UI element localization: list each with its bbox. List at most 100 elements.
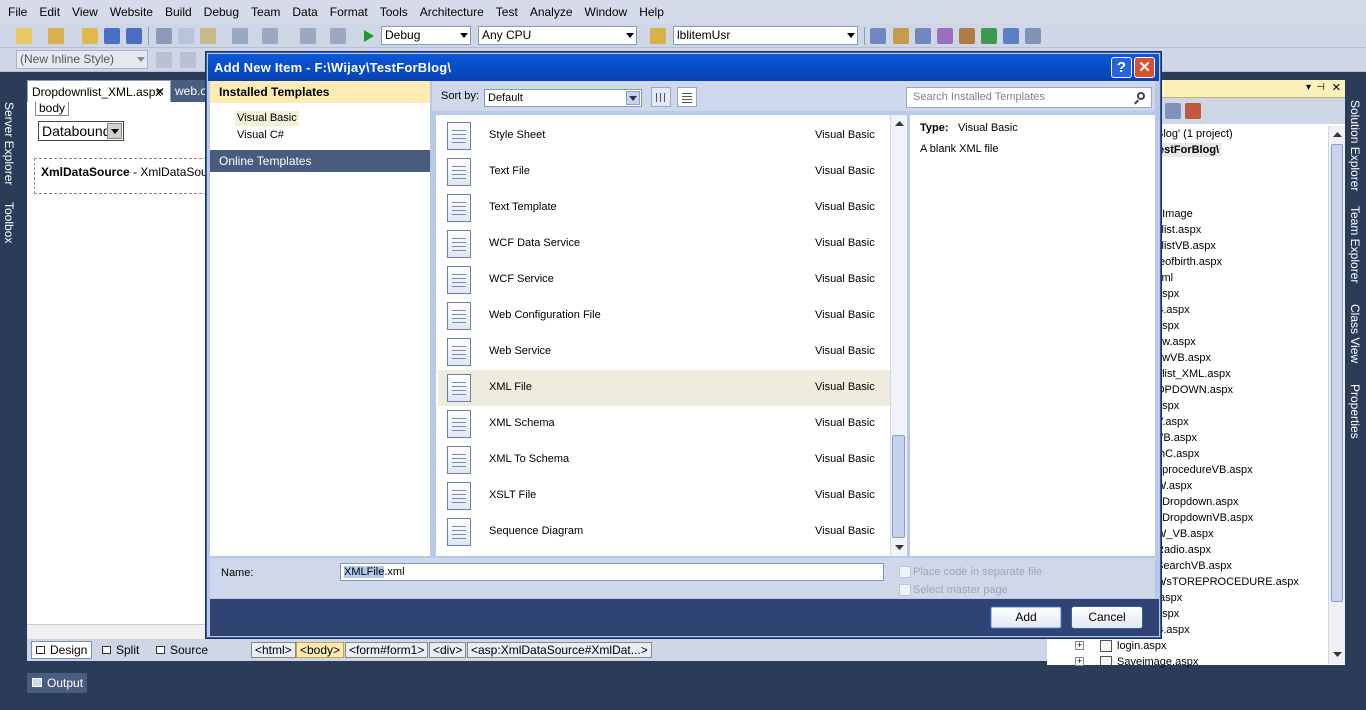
solution-item[interactable]: W_VB.aspx bbox=[1156, 527, 1213, 541]
close-dialog-button[interactable]: ✕ bbox=[1134, 57, 1155, 78]
refresh-icon[interactable] bbox=[1165, 103, 1181, 119]
menu-format[interactable]: Format bbox=[324, 0, 374, 24]
crumb-body[interactable]: <body> bbox=[296, 642, 345, 658]
team-explorer-tab[interactable]: Team Explorer bbox=[1348, 206, 1362, 283]
expand-icon[interactable]: + bbox=[1075, 641, 1084, 650]
solution-item[interactable]: OPDOWN.aspx bbox=[1156, 383, 1233, 397]
crumb-div[interactable]: <div> bbox=[429, 642, 467, 658]
search-icon[interactable] bbox=[1137, 92, 1145, 100]
scroll-thumb[interactable] bbox=[1331, 144, 1343, 602]
dropdown-icon[interactable]: ▾ bbox=[1306, 82, 1311, 93]
command-window-icon[interactable] bbox=[1025, 28, 1041, 44]
toolbox-tab[interactable]: Toolbox bbox=[2, 202, 16, 243]
save-all-icon[interactable] bbox=[126, 28, 142, 44]
sort-by-combo[interactable]: Default bbox=[484, 89, 642, 107]
online-templates-item[interactable]: Online Templates bbox=[210, 150, 430, 172]
template-row[interactable]: XML Schema Visual Basic bbox=[438, 406, 890, 442]
add-item-icon[interactable] bbox=[48, 28, 64, 44]
open-file-icon[interactable] bbox=[82, 28, 98, 44]
solution-item[interactable]: VB.aspx bbox=[1156, 431, 1197, 445]
crumb-xmldatasource[interactable]: <asp:XmlDataSource#XmlDat...> bbox=[467, 642, 652, 658]
copy-icon[interactable] bbox=[178, 28, 194, 44]
pin-icon[interactable]: ⊣ bbox=[1316, 82, 1325, 93]
expand-icon[interactable]: + bbox=[1075, 657, 1084, 666]
name-input[interactable]: XMLFile.xml bbox=[340, 563, 884, 581]
design-view-button[interactable]: Design bbox=[31, 641, 93, 659]
menu-tools[interactable]: Tools bbox=[374, 0, 414, 24]
xml-data-source-control[interactable]: XmlDataSource - XmlDataSource1 bbox=[34, 158, 212, 194]
menu-team[interactable]: Team bbox=[245, 0, 286, 24]
scroll-up-icon[interactable] bbox=[893, 117, 906, 130]
solution-item[interactable]: SearchVB.aspx bbox=[1156, 559, 1232, 573]
solution-item[interactable]: WsTOREPROCEDURE.aspx bbox=[1156, 575, 1299, 589]
style-combo[interactable]: (New Inline Style) bbox=[16, 50, 148, 69]
platform-combo[interactable]: Any CPU bbox=[478, 26, 637, 45]
menu-data[interactable]: Data bbox=[286, 0, 323, 24]
list-view-button[interactable] bbox=[677, 87, 697, 107]
object-browser-icon[interactable] bbox=[915, 28, 931, 44]
start-page-icon[interactable] bbox=[981, 28, 997, 44]
tab-dropdownlist-xml[interactable]: Dropdownlist_XML.aspx ✕ bbox=[27, 80, 171, 102]
find-combo[interactable]: lblitemUsr bbox=[673, 26, 858, 45]
cancel-button[interactable]: Cancel bbox=[1071, 606, 1143, 629]
master-page-checkbox[interactable] bbox=[899, 584, 911, 596]
template-row[interactable]: Sequence Diagram Visual Basic bbox=[438, 514, 890, 550]
databound-dropdown[interactable]: Databound bbox=[38, 121, 124, 141]
help-button[interactable]: ? bbox=[1111, 57, 1132, 78]
new-style-icon[interactable] bbox=[180, 52, 196, 68]
solution-vertical-scrollbar[interactable] bbox=[1328, 126, 1345, 664]
navigate-back-icon[interactable] bbox=[300, 28, 316, 44]
paste-icon[interactable] bbox=[200, 28, 216, 44]
installed-templates-header[interactable]: Installed Templates bbox=[210, 81, 430, 103]
template-row[interactable]: XSLT File Visual Basic bbox=[438, 478, 890, 514]
solution-item[interactable]: B.aspx bbox=[1156, 623, 1190, 637]
template-row[interactable]: Web Configuration File Visual Basic bbox=[438, 298, 890, 334]
template-row[interactable]: Style Sheet Visual Basic bbox=[438, 118, 890, 154]
menu-debug[interactable]: Debug bbox=[198, 0, 245, 24]
template-row[interactable]: XML To Schema Visual Basic bbox=[438, 442, 890, 478]
add-button[interactable]: Add bbox=[990, 606, 1062, 629]
navigate-forward-icon[interactable] bbox=[330, 28, 346, 44]
template-row[interactable]: Text File Visual Basic bbox=[438, 154, 890, 190]
tab-web-config[interactable]: web.co bbox=[171, 80, 211, 102]
toolbox-icon[interactable] bbox=[937, 28, 953, 44]
style-application-icon[interactable] bbox=[156, 52, 172, 68]
solution-item[interactable]: _Image bbox=[1156, 207, 1193, 221]
template-row[interactable]: WCF Service Visual Basic bbox=[438, 262, 890, 298]
server-explorer-tab[interactable]: Server Explorer bbox=[2, 102, 16, 185]
category-visual-basic[interactable]: Visual Basic bbox=[235, 111, 299, 126]
menu-architecture[interactable]: Architecture bbox=[414, 0, 490, 24]
menu-window[interactable]: Window bbox=[579, 0, 634, 24]
solution-item[interactable]: Radio.aspx bbox=[1156, 543, 1211, 557]
class-view-tab[interactable]: Class View bbox=[1348, 304, 1362, 363]
solution-item[interactable]: nlist_XML.aspx bbox=[1156, 367, 1231, 381]
cut-icon[interactable] bbox=[156, 28, 172, 44]
properties-tab[interactable]: Properties bbox=[1348, 384, 1362, 439]
find-in-files-icon[interactable] bbox=[650, 28, 666, 44]
template-row[interactable]: WCF Data Service Visual Basic bbox=[438, 226, 890, 262]
solution-explorer-tab[interactable]: Solution Explorer bbox=[1348, 100, 1362, 191]
close-tab-icon[interactable]: ✕ bbox=[155, 81, 165, 103]
solution-item[interactable]: login.aspx bbox=[1117, 639, 1167, 653]
scroll-up-icon[interactable] bbox=[1331, 128, 1344, 141]
save-icon[interactable] bbox=[104, 28, 120, 44]
close-icon[interactable]: ✕ bbox=[1332, 81, 1341, 94]
start-debugging-icon[interactable] bbox=[360, 28, 376, 44]
solution-item[interactable]: ew.aspx bbox=[1156, 335, 1196, 349]
search-templates-input[interactable]: Search Installed Templates bbox=[906, 87, 1152, 108]
menu-website[interactable]: Website bbox=[104, 0, 159, 24]
tools-icon[interactable] bbox=[959, 28, 975, 44]
solution-item[interactable]: klistVB.aspx bbox=[1156, 239, 1216, 253]
place-code-checkbox[interactable] bbox=[899, 566, 911, 578]
solution-item[interactable]: estForBlog\ bbox=[1156, 143, 1222, 157]
redo-icon[interactable] bbox=[262, 28, 278, 44]
solution-item[interactable]: W.aspx bbox=[1156, 479, 1192, 493]
menu-help[interactable]: Help bbox=[633, 0, 670, 24]
extension-manager-icon[interactable] bbox=[1003, 28, 1019, 44]
solution-item[interactable]: eprocedureVB.aspx bbox=[1156, 463, 1253, 477]
solution-config-combo[interactable]: Debug bbox=[381, 26, 471, 45]
menu-test[interactable]: Test bbox=[490, 0, 524, 24]
template-scroll-thumb[interactable] bbox=[892, 435, 905, 538]
category-visual-csharp[interactable]: Visual C# bbox=[235, 128, 286, 143]
undo-icon[interactable] bbox=[232, 28, 248, 44]
